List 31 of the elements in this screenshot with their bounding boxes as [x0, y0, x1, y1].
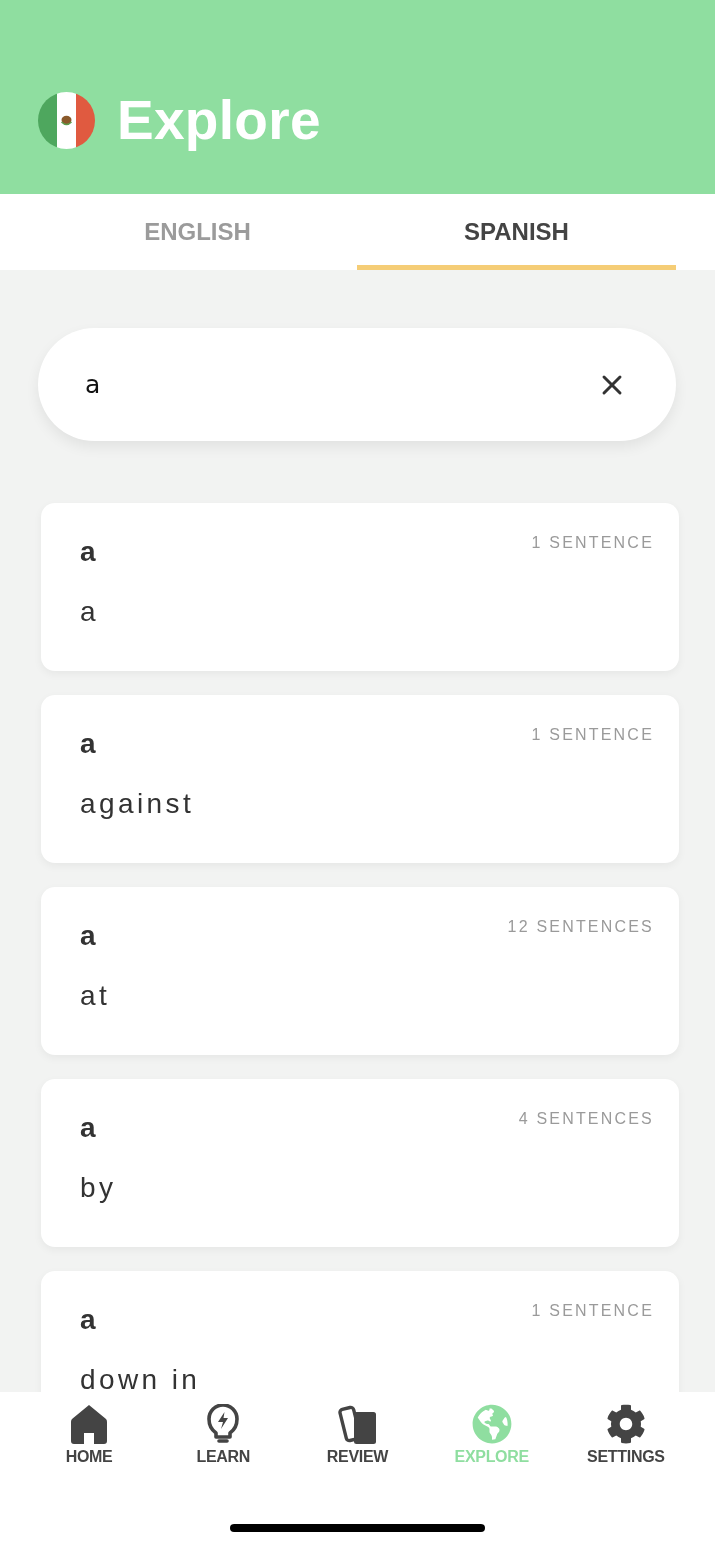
result-card[interactable]: a 1 SENTENCE a — [41, 503, 679, 671]
translation-text: down in — [80, 1363, 201, 1392]
translation-text: at — [80, 979, 111, 1013]
term-text: a — [80, 535, 96, 569]
term-text: a — [80, 1303, 96, 1337]
sentence-count: 1 SENTENCE — [531, 725, 654, 745]
term-text: a — [80, 727, 96, 761]
sentence-count: 12 SENTENCES — [507, 917, 654, 937]
term-text: a — [80, 919, 96, 953]
result-card[interactable]: a 4 SENTENCES by — [41, 1079, 679, 1247]
sentence-count: 1 SENTENCE — [531, 533, 654, 553]
search-field[interactable]: a — [85, 369, 584, 400]
nav-tab[interactable]: SETTINGS — [558, 1404, 693, 1467]
sentence-count: 4 SENTENCES — [518, 1109, 654, 1129]
home-icon — [69, 1404, 110, 1444]
nav-tab[interactable]: HOME — [22, 1404, 157, 1467]
settings-icon — [605, 1404, 646, 1444]
translation-text: by — [80, 1171, 117, 1205]
globe-icon — [471, 1404, 512, 1444]
translation-text: a — [80, 595, 99, 629]
page-title: Explore — [117, 88, 321, 152]
nav-tab[interactable]: REVIEW — [290, 1404, 425, 1467]
term-text: a — [80, 1111, 96, 1145]
cards-icon — [337, 1404, 378, 1444]
result-card[interactable]: a 1 SENTENCE against — [41, 695, 679, 863]
nav-tab[interactable]: LEARN — [156, 1404, 291, 1467]
result-card[interactable]: a 12 SENTENCES at — [41, 887, 679, 1055]
translation-text: against — [80, 787, 195, 821]
mexico-flag-icon — [38, 91, 95, 149]
sentence-count: 1 SENTENCE — [531, 1301, 654, 1321]
result-card[interactable]: a 1 SENTENCE down in — [41, 1271, 679, 1392]
